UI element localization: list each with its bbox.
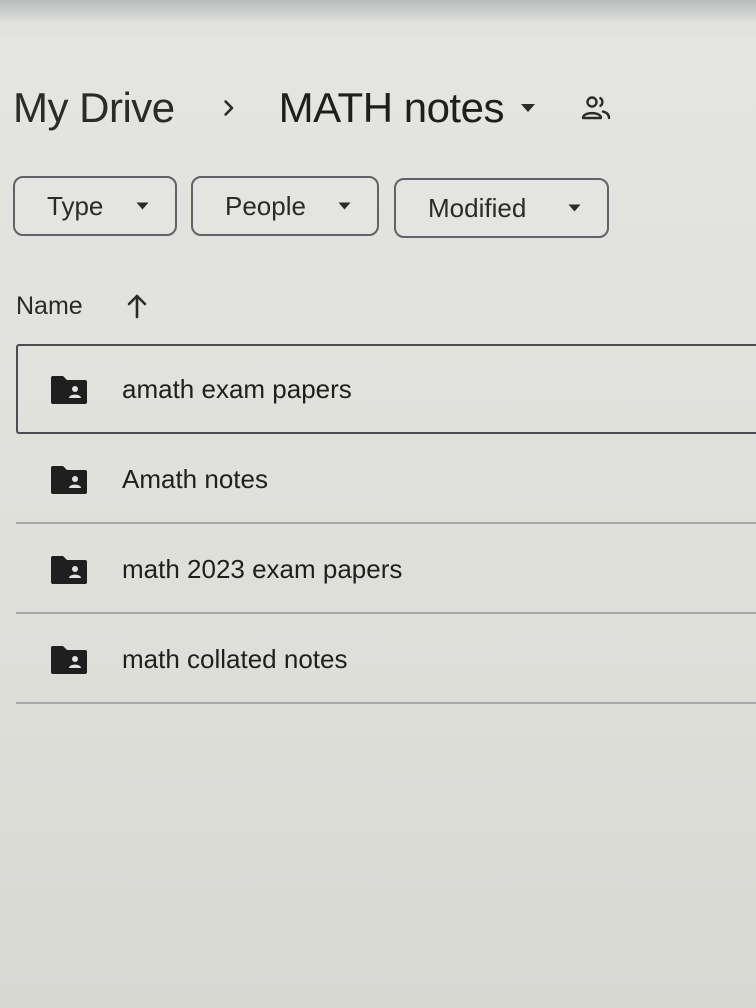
screen-top-edge [0,0,756,22]
caret-down-icon [136,202,149,210]
shared-folder-icon [51,646,87,674]
breadcrumb-my-drive[interactable]: My Drive [13,84,175,132]
chevron-right-icon [223,100,233,116]
modified-filter-chip[interactable]: Modified [394,178,609,238]
caret-down-icon [338,202,351,210]
type-filter-label: Type [47,190,104,221]
people-filter-label: People [225,190,306,221]
file-name: amath exam papers [122,374,352,404]
type-filter-chip[interactable]: Type [13,176,177,236]
shared-folder-icon [51,376,87,404]
file-name: math collated notes [122,644,348,674]
list-item[interactable]: amath exam papers [16,344,756,434]
people-filter-chip[interactable]: People [191,176,379,236]
column-header: Name [16,284,149,328]
shared-folder-icon [51,556,87,584]
name-column-header[interactable]: Name [16,292,83,321]
people-icon[interactable] [580,92,612,124]
list-item[interactable]: math 2023 exam papers [16,524,756,614]
caret-down-icon [568,204,581,212]
list-item[interactable]: math collated notes [16,614,756,704]
breadcrumb: My Drive MATH notes [13,78,612,138]
arrow-up-icon[interactable] [125,293,149,319]
file-name: math 2023 exam papers [122,554,403,584]
file-name: Amath notes [122,464,268,494]
shared-folder-icon [51,466,87,494]
file-list: amath exam papers Amath notes math 2023 … [16,344,756,704]
modified-filter-label: Modified [428,192,527,223]
current-folder-title: MATH notes [278,84,505,131]
breadcrumb-current-folder[interactable]: MATH notes [279,84,536,132]
caret-down-icon [520,104,535,112]
list-item[interactable]: Amath notes [16,434,756,524]
